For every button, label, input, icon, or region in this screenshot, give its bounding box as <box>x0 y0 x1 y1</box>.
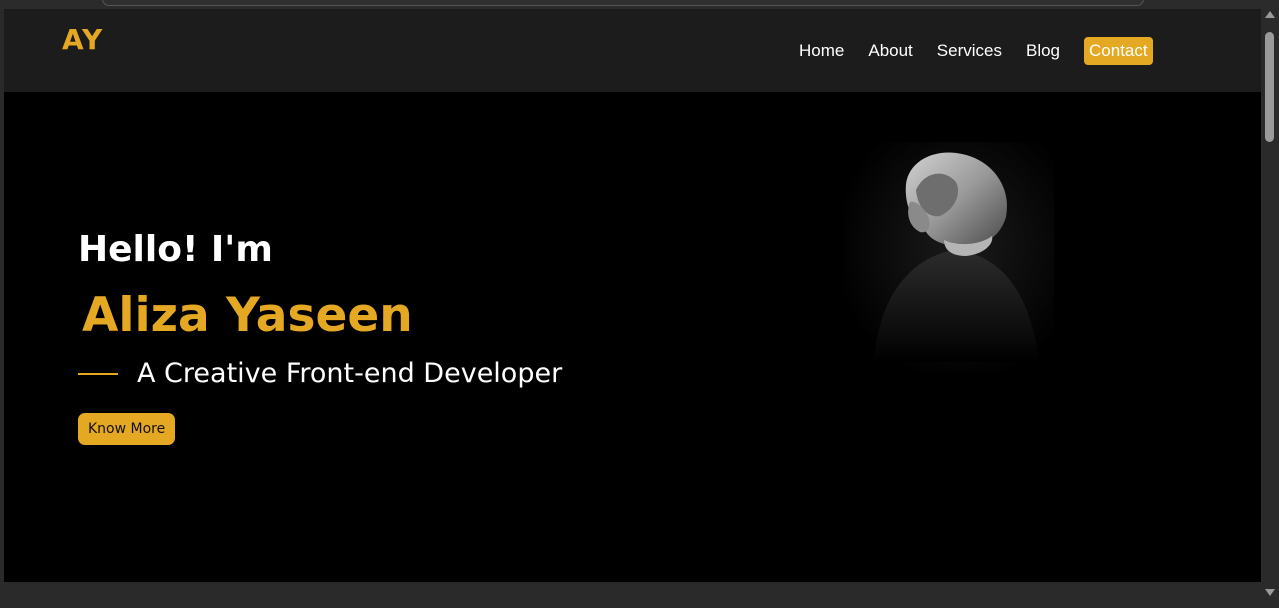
nav-link-about[interactable]: About <box>868 41 912 61</box>
nav-links: Home About Services Blog Contact <box>799 36 1153 66</box>
browser-tab-edge <box>102 0 1144 6</box>
browser-bottom-bar <box>0 582 1261 608</box>
navbar: AY Home About Services Blog Contact <box>4 9 1261 92</box>
tagline-divider <box>78 372 118 375</box>
hero-tagline: A Creative Front-end Developer <box>137 358 563 389</box>
browser-top-edge <box>0 0 1279 9</box>
logo[interactable]: AY <box>62 23 103 56</box>
nav-link-services[interactable]: Services <box>937 41 1002 61</box>
hero-greeting: Hello! I'm <box>78 229 273 270</box>
nav-link-blog[interactable]: Blog <box>1026 41 1060 61</box>
hero-tagline-row: A Creative Front-end Developer <box>78 358 562 389</box>
scroll-down-icon[interactable] <box>1265 589 1275 596</box>
hero-portrait-image <box>844 142 1054 372</box>
vertical-scrollbar[interactable] <box>1261 9 1279 608</box>
scroll-up-icon[interactable] <box>1265 11 1275 18</box>
hero-name: Aliza Yaseen <box>82 288 413 343</box>
page-viewport: AY Home About Services Blog Contact Hell… <box>4 9 1261 582</box>
know-more-button[interactable]: Know More <box>78 413 176 445</box>
nav-contact-button[interactable]: Contact <box>1084 37 1153 65</box>
scrollbar-thumb[interactable] <box>1265 32 1274 142</box>
hero-section: Hello! I'm Aliza Yaseen A Creative Front… <box>4 92 1261 582</box>
nav-link-home[interactable]: Home <box>799 41 844 61</box>
